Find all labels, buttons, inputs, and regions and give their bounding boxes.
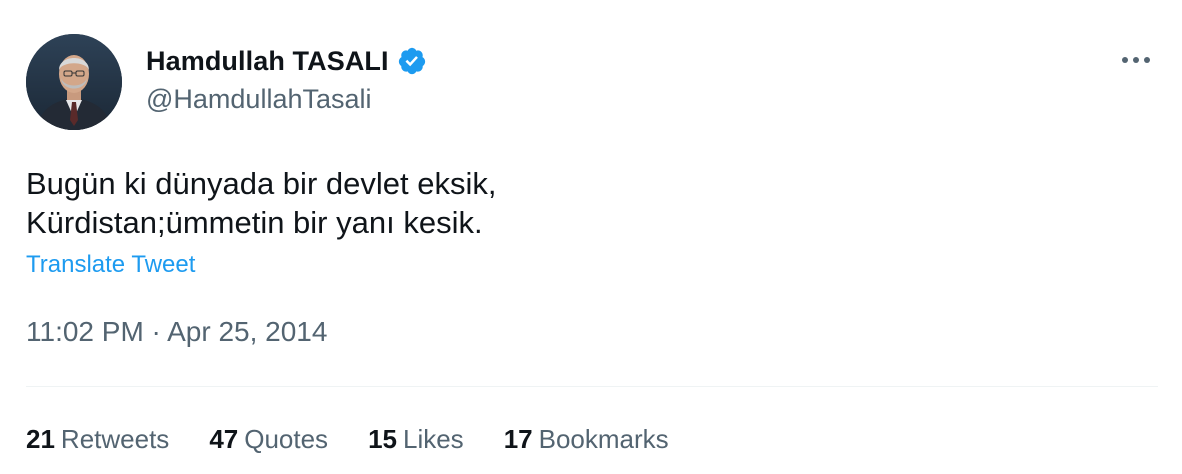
retweets-count: 21 bbox=[26, 424, 55, 454]
quotes-stat[interactable]: 47 Quotes bbox=[209, 424, 328, 455]
author-name-row: Hamdullah TASALI bbox=[146, 44, 427, 78]
quotes-count: 47 bbox=[209, 424, 239, 454]
likes-count: 15 bbox=[368, 424, 397, 454]
bookmarks-stat[interactable]: 17 Bookmarks bbox=[504, 424, 669, 455]
author-handle[interactable]: @HamdullahTasali bbox=[146, 84, 372, 115]
translate-tweet-link[interactable]: Translate Tweet bbox=[26, 251, 195, 279]
divider bbox=[26, 386, 1158, 387]
bookmarks-label: Bookmarks bbox=[538, 424, 669, 454]
retweets-stat[interactable]: 21 Retweets bbox=[26, 424, 169, 455]
more-options-icon bbox=[1122, 57, 1150, 63]
bookmarks-count: 17 bbox=[503, 424, 533, 454]
more-options-button[interactable] bbox=[1118, 46, 1154, 74]
retweets-label: Retweets bbox=[60, 424, 170, 454]
tweet-card: Hamdullah TASALI @HamdullahTasali Bugün … bbox=[0, 0, 1182, 474]
tweet-timestamp[interactable]: 11:02 PM · Apr 25, 2014 bbox=[26, 316, 327, 348]
profile-photo bbox=[26, 34, 122, 130]
likes-label: Likes bbox=[402, 424, 464, 454]
author-display-name[interactable]: Hamdullah TASALI bbox=[146, 46, 389, 77]
quotes-label: Quotes bbox=[244, 424, 329, 454]
tweet-stats: 21 Retweets 47 Quotes 15 Likes 17 Bookma… bbox=[26, 424, 709, 455]
tweet-text: Bugün ki dünyada bir devlet eksik, Kürdi… bbox=[26, 166, 497, 240]
likes-stat[interactable]: 15 Likes bbox=[368, 424, 464, 455]
verified-badge-icon bbox=[397, 46, 427, 76]
avatar[interactable] bbox=[26, 34, 122, 130]
